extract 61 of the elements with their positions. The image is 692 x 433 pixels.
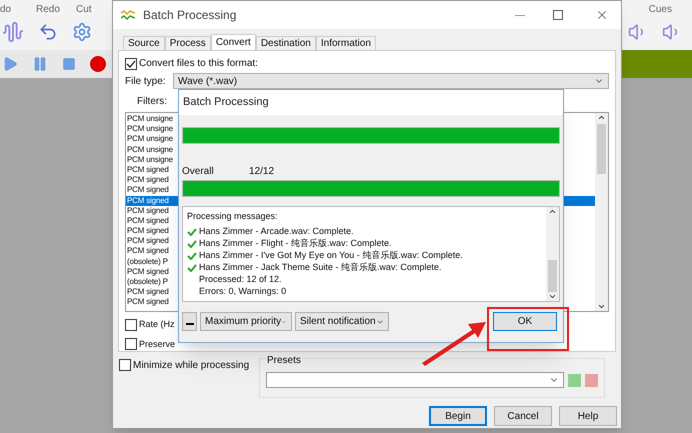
filters-label: Filters: (136, 94, 167, 108)
waveform-icon[interactable] (2, 21, 24, 43)
scroll-up-icon[interactable] (548, 207, 557, 216)
tab[interactable]: Source (123, 36, 165, 50)
presets-combobox[interactable] (266, 372, 564, 388)
tab[interactable]: Convert (210, 34, 256, 50)
minimize-button[interactable] (182, 312, 197, 331)
scroll-down-icon[interactable] (597, 302, 606, 311)
gear-icon[interactable] (72, 22, 92, 42)
convert-checkbox[interactable] (125, 58, 137, 70)
notification-select[interactable]: Silent notification (295, 312, 389, 331)
overall-count: 12/12 (249, 164, 274, 178)
minimize-label: Minimize while processing (133, 358, 250, 372)
message-line: Hans Zimmer - Arcade.wav: Complete. (199, 225, 354, 238)
file-type-select[interactable]: Wave (*.wav) (173, 73, 609, 89)
minus-icon (186, 323, 194, 325)
convert-label: Convert files to this format: (139, 57, 258, 71)
dialog-button[interactable]: Help (559, 406, 617, 426)
scrollbar[interactable] (546, 207, 559, 301)
option-checkbox[interactable] (125, 338, 137, 350)
dialog-button[interactable]: Begin (429, 406, 487, 426)
tab[interactable]: Process (164, 36, 211, 50)
stop-icon[interactable] (62, 57, 76, 71)
scroll-thumb[interactable] (548, 260, 557, 292)
window-title: Batch Processing (143, 7, 236, 24)
toolbar-label: Redo (36, 2, 61, 16)
overall-label: Overall (182, 164, 215, 178)
record-icon[interactable] (90, 56, 106, 72)
messages-title: Processing messages: (187, 210, 279, 223)
priority-select[interactable]: Maximum priority (200, 312, 292, 331)
option-label: Rate (Hz (139, 318, 175, 331)
pause-icon[interactable] (32, 56, 48, 72)
scrollbar[interactable] (595, 113, 608, 311)
window-title: Batch Processing (183, 95, 269, 110)
maximize-icon[interactable] (553, 10, 563, 20)
message-line: Processed: 12 of 12. (199, 273, 282, 286)
toolbar-label: Cues (648, 2, 672, 16)
save-preset-icon[interactable] (568, 374, 582, 386)
scroll-down-icon[interactable] (548, 292, 557, 301)
level-bar (622, 50, 692, 78)
scroll-thumb[interactable] (597, 124, 606, 174)
scroll-up-icon[interactable] (597, 113, 606, 122)
app-logo-icon (121, 10, 135, 20)
tab[interactable]: Destination (256, 36, 316, 50)
option-label: Preserve (139, 338, 176, 350)
ok-button[interactable]: OK (493, 312, 557, 331)
message-line: Hans Zimmer - I've Got My Eye on You - 纯音乐版.wav: Complete. (199, 249, 463, 262)
option-checkbox[interactable] (125, 318, 137, 331)
message-line: Hans Zimmer - Flight - 纯音乐版.wav: Complete. (199, 237, 392, 250)
dialog-button[interactable]: Cancel (494, 406, 552, 426)
minimize-checkbox[interactable] (119, 359, 131, 371)
undo-icon[interactable] (38, 22, 58, 42)
toolbar-label: Cut (76, 2, 93, 16)
play-icon[interactable] (2, 56, 18, 72)
file-type-label: File type: (125, 74, 167, 88)
delete-preset-icon[interactable] (585, 374, 598, 386)
tab[interactable]: Information (316, 36, 376, 50)
message-line: Hans Zimmer - Jack Theme Suite - 纯音乐版.wav: Complete. (199, 261, 442, 274)
message-line: Errors: 0, Warnings: 0 (199, 285, 286, 298)
minimize-icon[interactable] (515, 14, 525, 16)
toolbar-label: do (0, 2, 12, 16)
